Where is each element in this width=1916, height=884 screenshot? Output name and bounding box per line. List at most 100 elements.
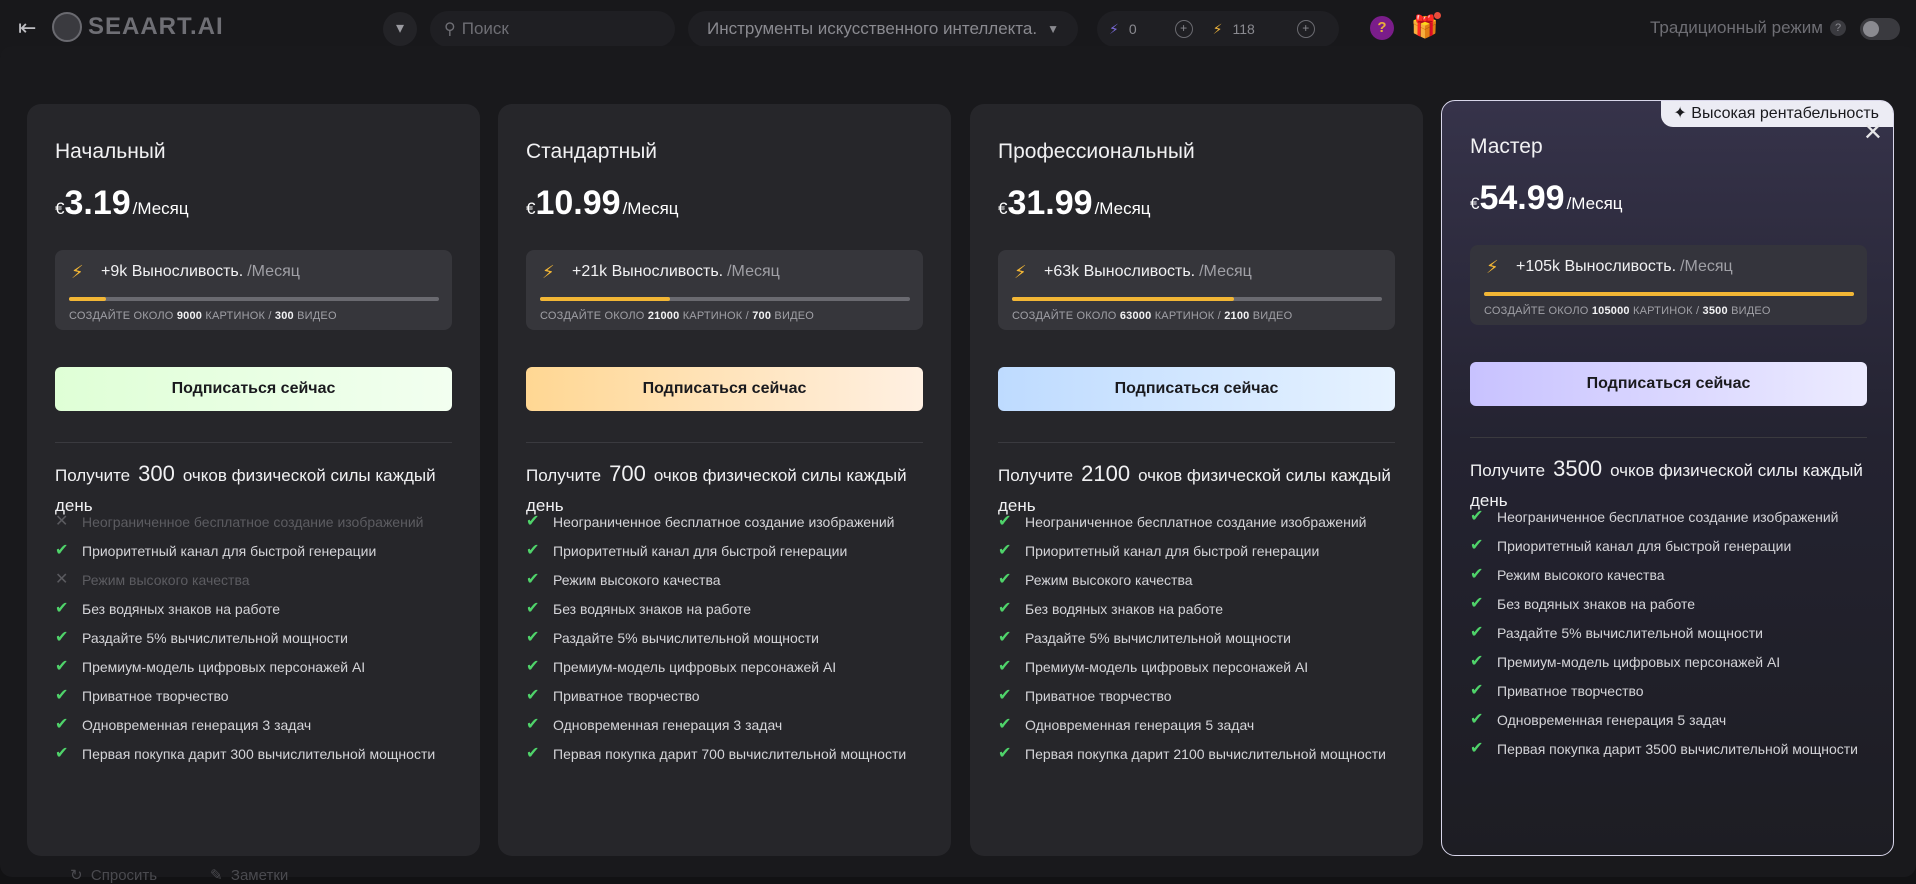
- search-input[interactable]: ⚲ Поиск: [430, 11, 675, 47]
- subscribe-button[interactable]: Подписаться сейчас: [1470, 362, 1867, 406]
- feature-text: Неограниченное бесплатное создание изобр…: [1497, 509, 1839, 525]
- estimate-videos: 3500: [1702, 305, 1728, 317]
- stamina-word: Выносливость.: [131, 263, 244, 280]
- check-icon: ✔: [526, 513, 540, 530]
- stamina-box: ⚡ +9k Выносливость./Месяц СОЗДАЙТЕ ОКОЛО 9…: [55, 250, 452, 330]
- check-icon: ✔: [998, 716, 1012, 733]
- feature-item: ✔ Приватное творчество: [526, 686, 936, 707]
- stamina-line: +9k Выносливость./Месяц: [101, 263, 300, 281]
- stamina-progress-fill: [1484, 292, 1854, 296]
- feature-text: Приватное творчество: [82, 688, 229, 704]
- stamina-box: ⚡ +63k Выносливость./Месяц СОЗДАЙТЕ ОКОЛО …: [998, 250, 1395, 330]
- check-icon: ✔: [998, 542, 1012, 559]
- check-icon: ✔: [998, 745, 1012, 762]
- feature-text: Приватное творчество: [1497, 683, 1644, 699]
- add-credits-a-button[interactable]: +: [1174, 20, 1193, 38]
- feature-text: Режим высокого качества: [553, 572, 721, 588]
- logo[interactable]: SEAART.AI: [52, 12, 224, 42]
- feature-text: Неограниченное бесплатное создание изобр…: [553, 514, 895, 530]
- lightning-icon: ⚡: [1014, 262, 1027, 282]
- check-icon: ✔: [55, 542, 69, 559]
- feature-text: Раздайте 5% вычислительной мощности: [1497, 625, 1763, 641]
- back-icon[interactable]: ⇤: [18, 16, 44, 40]
- daily-prefix: Получите: [1470, 461, 1546, 480]
- tools-dropdown[interactable]: Инструменты искусственного интеллекта. ▼: [688, 11, 1078, 47]
- daily-prefix: Получите: [526, 466, 602, 485]
- price-period: /Месяц: [132, 199, 189, 218]
- add-credits-b-button[interactable]: +: [1296, 20, 1315, 38]
- stamina-amount: +63k: [1044, 263, 1080, 280]
- check-icon: ✔: [526, 629, 540, 646]
- feature-text: Раздайте 5% вычислительной мощности: [1025, 630, 1291, 646]
- stamina-line: +105k Выносливость./Месяц: [1516, 258, 1733, 276]
- gift-icon[interactable]: 🎁: [1411, 12, 1441, 41]
- feature-item: ✔ Премиум-модель цифровых персонажей AI: [998, 657, 1408, 678]
- feature-item: ✔ Без водяных знаков на работе: [998, 599, 1408, 620]
- feature-item: ✔ Без водяных знаков на работе: [55, 599, 465, 620]
- feature-item: ✔ Первая покупка дарит 700 вычислительной…: [526, 744, 936, 765]
- feature-item: ✕ Режим высокого качества: [55, 570, 465, 591]
- filter-icon[interactable]: ▾: [383, 12, 417, 46]
- feature-text: Премиум-модель цифровых персонажей AI: [553, 659, 837, 675]
- check-icon: ✔: [526, 687, 540, 704]
- stamina-period: /Месяц: [727, 263, 780, 280]
- stamina-amount: +105k: [1516, 258, 1561, 275]
- estimate-images: 63000: [1119, 310, 1152, 322]
- feature-text: Без водяных знаков на работе: [82, 601, 281, 617]
- check-icon: ✔: [55, 745, 69, 762]
- feature-item: ✔ Одновременная генерация 3 задач: [55, 715, 465, 736]
- search-placeholder: Поиск: [461, 19, 509, 38]
- mode-toggle[interactable]: [1860, 18, 1900, 40]
- feature-text: Приоритетный канал для быстрой генерации: [553, 543, 848, 559]
- estimate-prefix: СОЗДАЙТЕ ОКОЛО: [69, 310, 174, 322]
- subscribe-button[interactable]: Подписаться сейчас: [998, 367, 1395, 411]
- subscribe-button[interactable]: Подписаться сейчас: [526, 367, 923, 411]
- feature-text: Приоритетный канал для быстрой генерации: [1497, 538, 1792, 554]
- stamina-period: /Месяц: [1199, 263, 1252, 280]
- feature-text: Режим высокого качества: [1025, 572, 1193, 588]
- feature-text: Премиум-модель цифровых персонажей AI: [82, 659, 366, 675]
- credits-b-value: 118: [1232, 21, 1255, 37]
- plan-name: Мастер: [1470, 135, 1543, 158]
- price-amount: 31.99: [1007, 184, 1093, 222]
- estimate-prefix: СОЗДАЙТЕ ОКОЛО: [540, 310, 645, 322]
- subscribe-button[interactable]: Подписаться сейчас: [55, 367, 452, 411]
- check-icon: ✔: [1470, 566, 1484, 583]
- notification-dot: [1434, 12, 1441, 19]
- mode-help-icon[interactable]: ?: [1830, 20, 1846, 36]
- feature-item: ✔ Первая покупка дарит 3500 вычислительно…: [1470, 739, 1880, 760]
- estimate-videos: 700: [752, 310, 772, 322]
- feature-list: ✔ Неограниченное бесплатное создание изоб…: [526, 512, 936, 773]
- mode-label: Традиционный режим: [1650, 18, 1823, 37]
- stamina-line: +63k Выносливость./Месяц: [1044, 263, 1252, 281]
- feature-text: Первая покупка дарит 3500 вычислительной…: [1497, 741, 1858, 757]
- help-button[interactable]: ?: [1370, 16, 1394, 40]
- check-icon: ✔: [526, 542, 540, 559]
- check-icon: ✔: [1470, 624, 1484, 641]
- feature-item: ✔ Одновременная генерация 5 задач: [998, 715, 1408, 736]
- feature-text: Первая покупка дарит 2100 вычислительной…: [1025, 746, 1386, 762]
- plan-price: €3.19/Месяц: [55, 184, 189, 223]
- feature-item: ✔ Приоритетный канал для быстрой генераци…: [998, 541, 1408, 562]
- feature-text: Первая покупка дарит 300 вычислительной …: [82, 746, 436, 762]
- search-icon: ⚲: [444, 21, 456, 38]
- stamina-period: /Месяц: [1680, 258, 1733, 275]
- stamina-progress-bar: [1012, 297, 1382, 301]
- divider: [526, 442, 923, 443]
- background-text: ↻ Спросить: [70, 867, 158, 884]
- cross-icon: ✕: [55, 513, 69, 530]
- plan-price: €10.99/Месяц: [526, 184, 679, 223]
- chevron-down-icon: ▼: [1047, 22, 1059, 36]
- close-icon[interactable]: ✕: [1863, 121, 1883, 145]
- feature-item: ✔ Приватное творчество: [998, 686, 1408, 707]
- feature-item: ✔ Одновременная генерация 3 задач: [526, 715, 936, 736]
- feature-text: Без водяных знаков на работе: [1025, 601, 1224, 617]
- stamina-estimate: СОЗДАЙТЕ ОКОЛО 105000 КАРТИНОК / 3500 ВИ…: [1484, 305, 1771, 317]
- estimate-pictures-word: КАРТИНОК: [205, 310, 266, 322]
- plan-price: €54.99/Месяц: [1470, 179, 1623, 218]
- feature-item: ✔ Без водяных знаков на работе: [1470, 594, 1880, 615]
- stamina-progress-fill: [69, 297, 106, 301]
- daily-number: 300: [138, 461, 175, 486]
- feature-item: ✔ Режим высокого качества: [998, 570, 1408, 591]
- feature-list: ✕ Неограниченное бесплатное создание изоб…: [55, 512, 465, 773]
